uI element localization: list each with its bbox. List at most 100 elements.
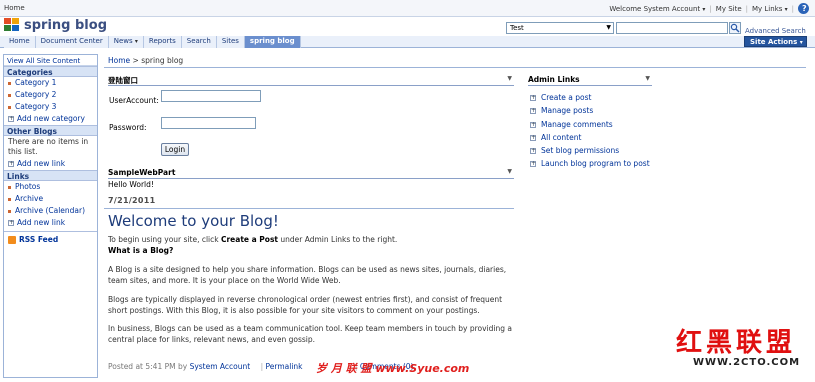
password-field[interactable]: [161, 117, 256, 129]
advanced-search-link[interactable]: Advanced Search: [745, 27, 806, 35]
category-item[interactable]: Category 1: [4, 77, 97, 89]
category-label: Category 1: [15, 78, 57, 87]
categories-heading[interactable]: Categories: [4, 66, 97, 77]
admin-link-create-post[interactable]: + Create a post: [530, 91, 660, 104]
search-button[interactable]: [729, 22, 741, 34]
tab-search[interactable]: Search: [181, 36, 217, 48]
category-item[interactable]: Category 2: [4, 89, 97, 101]
tab-sites[interactable]: Sites: [216, 36, 245, 48]
home-link[interactable]: Home: [4, 4, 25, 12]
permalink-link[interactable]: Permalink: [266, 362, 303, 371]
plus-icon: +: [530, 94, 537, 101]
webpart-menu-icon[interactable]: ▼: [507, 168, 512, 175]
admin-link-label: Set blog permissions: [541, 146, 620, 156]
admin-link-label: Create a post: [541, 93, 592, 102]
links-heading[interactable]: Links: [4, 170, 97, 181]
welcome-menu[interactable]: Welcome System Account ▾: [605, 5, 709, 13]
admin-link-all-content[interactable]: + All content: [530, 131, 660, 144]
search-scope-select[interactable]: Test ▼: [506, 22, 614, 34]
sample-webpart-title: SampleWebPart ▼: [108, 168, 514, 179]
user-account-field[interactable]: [161, 90, 261, 102]
bullet-icon: [8, 197, 11, 201]
link-label: Photos: [15, 182, 41, 191]
posted-at-text: Posted at 5:41 PM by: [108, 362, 188, 371]
admin-link-manage-comments[interactable]: + Manage comments: [530, 118, 660, 131]
site-actions-button[interactable]: Site Actions ▾: [744, 36, 807, 47]
post-intro: To begin using your site, click Create a…: [108, 234, 514, 245]
plus-icon: +: [530, 133, 537, 141]
tab-home[interactable]: Home: [4, 36, 36, 48]
watermark-brand: 红黑联盟: [676, 328, 797, 358]
admin-links-title-text: Admin Links: [528, 75, 580, 84]
breadcrumb-current: spring blog: [141, 56, 184, 65]
divider: [104, 208, 514, 209]
divider: |: [791, 4, 794, 13]
search-input[interactable]: [616, 22, 728, 34]
admin-link-label: Manage posts: [541, 106, 594, 116]
tab-reports[interactable]: Reports: [143, 36, 182, 48]
login-webpart-title-text: 登陆窗口: [108, 76, 138, 85]
links-item-archive-calendar[interactable]: Archive (Calendar): [4, 205, 97, 217]
chevron-down-icon: ▾: [799, 39, 803, 46]
user-account-label: UserAccount:: [109, 96, 159, 105]
breadcrumb-separator: >: [132, 56, 139, 65]
top-nav-bar: Home Document Center News ▾ Reports Sear…: [0, 36, 815, 48]
plus-icon: +: [530, 147, 537, 155]
webpart-menu-icon[interactable]: ▼: [507, 75, 512, 82]
add-link-link-2[interactable]: + Add new link: [4, 217, 97, 229]
post-paragraph-2: Blogs are typically displayed in reverse…: [108, 295, 503, 315]
top-right-links: Welcome System Account ▾ | My Site | My …: [605, 3, 809, 14]
add-link-link[interactable]: + Add new link: [4, 158, 97, 170]
plus-icon: +: [8, 160, 15, 167]
author-link[interactable]: System Account: [190, 362, 251, 371]
tab-spring-blog[interactable]: spring blog: [244, 36, 301, 48]
chevron-down-icon: ▾: [784, 5, 788, 13]
global-top-bar: Home Welcome System Account ▾ | My Site …: [0, 0, 815, 17]
admin-links-list: + Create a post + Manage posts + Manage com…: [530, 91, 660, 171]
other-blogs-heading[interactable]: Other Blogs: [4, 125, 97, 136]
add-link-label: Add new link: [17, 159, 66, 168]
bullet-icon: [8, 105, 11, 109]
category-label: Category 2: [15, 90, 57, 99]
divider: |: [260, 362, 264, 371]
breadcrumb-home-link[interactable]: Home: [108, 56, 130, 65]
webpart-menu-icon[interactable]: ▼: [645, 75, 650, 82]
add-category-link[interactable]: + Add new category: [4, 113, 97, 125]
sample-webpart-title-text: SampleWebPart: [108, 168, 176, 177]
welcome-label: Welcome System Account: [609, 4, 701, 13]
breadcrumb: Home > spring blog: [108, 56, 183, 65]
login-webpart-title: 登陆窗口 ▼: [108, 75, 514, 86]
divider: [104, 67, 806, 68]
admin-link-launch-blog-program[interactable]: + Launch blog program to post: [530, 157, 660, 170]
rss-icon: [8, 236, 16, 244]
my-links-menu[interactable]: My Links ▾: [748, 5, 792, 13]
link-label: Archive (Calendar): [15, 206, 86, 215]
watermark-url: WWW.2CTO.COM: [693, 357, 801, 368]
category-item[interactable]: Category 3: [4, 101, 97, 113]
login-button[interactable]: Login: [161, 143, 189, 156]
post-title[interactable]: Welcome to your Blog!: [108, 212, 279, 230]
help-icon[interactable]: ?: [798, 3, 809, 14]
admin-link-set-permissions[interactable]: + Set blog permissions: [530, 144, 660, 157]
site-actions-label: Site Actions: [750, 38, 798, 46]
empty-list-note: There are no items in this list.: [8, 137, 89, 156]
admin-link-label: Manage comments: [541, 119, 613, 129]
admin-link-manage-posts[interactable]: + Manage posts: [530, 104, 660, 117]
chevron-down-icon: ▾: [134, 38, 138, 45]
links-item-archive[interactable]: Archive: [4, 193, 97, 205]
tab-news[interactable]: News ▾: [108, 36, 144, 48]
watermark-syue: 岁 月 联 盟 www.Syue.com: [316, 362, 470, 375]
view-all-site-content-link[interactable]: View All Site Content: [4, 55, 97, 66]
post-subheading: What is a Blog?: [108, 245, 514, 256]
post-date: 7/21/2011: [108, 196, 156, 205]
my-site-link[interactable]: My Site: [712, 5, 746, 13]
tab-document-center[interactable]: Document Center: [35, 36, 109, 48]
bullet-icon: [8, 185, 11, 189]
links-item-photos[interactable]: Photos: [4, 181, 97, 193]
bullet-icon: [8, 209, 11, 213]
my-links-label: My Links: [752, 4, 783, 13]
intro-text: To begin using your site, click: [108, 235, 221, 244]
plus-icon: +: [530, 120, 537, 128]
rss-feed-link[interactable]: RSS Feed: [4, 231, 97, 247]
plus-icon: +: [530, 107, 537, 115]
